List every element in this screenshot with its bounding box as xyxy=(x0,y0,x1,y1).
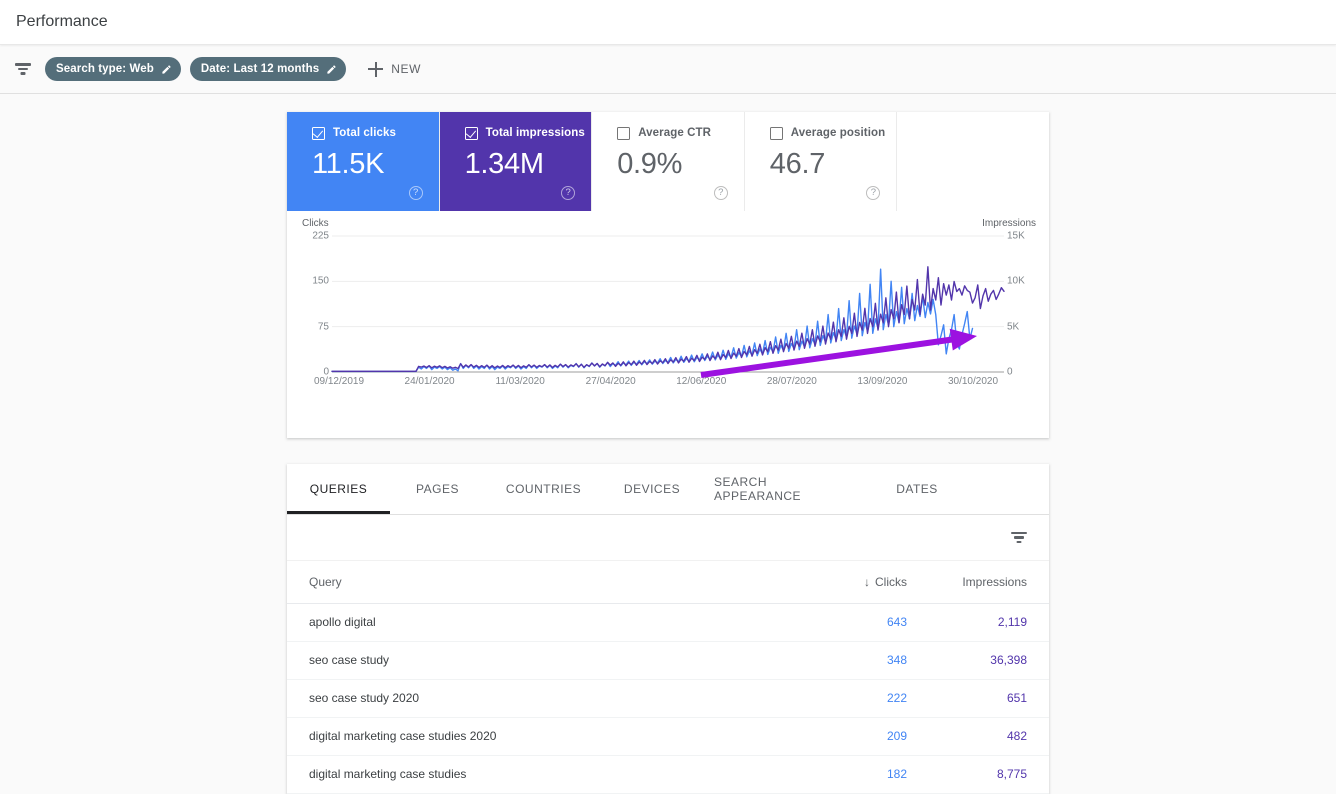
metric-card-empty-slot xyxy=(897,112,1049,211)
table-row[interactable]: seo case study 348 36,398 xyxy=(287,641,1049,680)
cell-impressions: 8,775 xyxy=(929,755,1049,794)
metric-card-average-ctr[interactable]: Average CTR 0.9% ? xyxy=(592,112,745,211)
dimension-table-card: QUERIES PAGES COUNTRIES DEVICES SEARCH APPEA… xyxy=(287,464,1049,794)
sort-descending-icon: ↓ xyxy=(864,574,870,589)
metric-label-total-impressions: Total impressions xyxy=(485,127,585,139)
tab-label: COUNTRIES xyxy=(505,482,582,496)
performance-line-chart[interactable]: Clicks Impressions 0 75 150 225 0 5K 10K 15K 0… xyxy=(287,211,1049,438)
metric-value-total-clicks: 11.5K xyxy=(312,148,385,180)
cell-impressions: 482 xyxy=(929,717,1049,756)
filter-chip-date-label: Date: Last 12 months xyxy=(200,63,320,75)
performance-chart-card: Total clicks 11.5K ? Total impressions 1… xyxy=(287,112,1049,438)
metric-checkbox-total-impressions[interactable] xyxy=(464,126,478,140)
tab-label: PAGES xyxy=(416,482,459,496)
pencil-icon[interactable] xyxy=(326,64,337,75)
tab-devices[interactable]: DEVICES xyxy=(602,464,702,514)
tab-label: DATES xyxy=(896,482,938,496)
tab-queries[interactable]: QUERIES xyxy=(287,464,390,514)
filter-bar: Search type: Web Date: Last 12 months NE… xyxy=(0,45,1336,94)
tab-label: QUERIES xyxy=(309,482,368,496)
column-header-query[interactable]: Query xyxy=(287,561,809,604)
metric-cards: Total clicks 11.5K ? Total impressions 1… xyxy=(287,112,1049,211)
cell-impressions: 651 xyxy=(929,679,1049,718)
tab-label: SEARCH APPEARANCE xyxy=(714,475,802,503)
tab-countries[interactable]: COUNTRIES xyxy=(485,464,602,514)
filter-chip-search-type-label: Search type: Web xyxy=(56,63,154,75)
queries-table: Query ↓ Clicks Impressions apollo digital… xyxy=(287,561,1049,794)
filter-chip-date[interactable]: Date: Last 12 months xyxy=(189,57,347,81)
pencil-icon[interactable] xyxy=(161,64,172,75)
table-header-row: Query ↓ Clicks Impressions xyxy=(287,561,1049,604)
table-filter-funnel-icon[interactable] xyxy=(1010,531,1028,545)
cell-clicks: 209 xyxy=(809,717,929,756)
filter-chip-search-type[interactable]: Search type: Web xyxy=(45,57,181,81)
plus-icon xyxy=(368,61,384,77)
metric-label-average-position: Average position xyxy=(790,127,886,139)
help-icon[interactable]: ? xyxy=(561,186,576,200)
tab-search-appearance[interactable]: SEARCH APPEARANCE xyxy=(702,464,868,514)
cell-clicks: 348 xyxy=(809,641,929,680)
app-header: Performance xyxy=(0,0,1336,45)
column-header-impressions[interactable]: Impressions xyxy=(929,561,1049,604)
tab-label: DEVICES xyxy=(623,482,681,496)
metric-value-average-ctr: 0.9% xyxy=(617,148,683,180)
help-icon[interactable]: ? xyxy=(866,186,881,200)
column-header-clicks-label: Clicks xyxy=(875,574,907,589)
metric-card-total-clicks[interactable]: Total clicks 11.5K ? xyxy=(287,112,440,211)
table-row[interactable]: digital marketing case studies 182 8,775 xyxy=(287,755,1049,794)
cell-impressions: 2,119 xyxy=(929,603,1049,642)
metric-label-average-ctr: Average CTR xyxy=(638,127,712,139)
tab-dates[interactable]: DATES xyxy=(868,464,966,514)
cell-query: seo case study xyxy=(287,641,809,680)
help-icon[interactable]: ? xyxy=(713,186,728,200)
main-content: Total clicks 11.5K ? Total impressions 1… xyxy=(0,94,1336,794)
table-row[interactable]: seo case study 2020 222 651 xyxy=(287,679,1049,718)
page-title: Performance xyxy=(16,13,108,30)
chart-plot-area xyxy=(331,235,1005,378)
metric-card-average-position[interactable]: Average position 46.7 ? xyxy=(745,112,898,211)
dimension-tabs: QUERIES PAGES COUNTRIES DEVICES SEARCH APPEA… xyxy=(287,464,1049,515)
cell-query: digital marketing case studies xyxy=(287,755,809,794)
add-new-filter-label: NEW xyxy=(391,62,421,76)
cell-clicks: 182 xyxy=(809,755,929,794)
cell-query: digital marketing case studies 2020 xyxy=(287,717,809,756)
table-row[interactable]: apollo digital 643 2,119 xyxy=(287,603,1049,642)
cell-impressions: 36,398 xyxy=(929,641,1049,680)
metric-checkbox-average-ctr[interactable] xyxy=(617,126,631,140)
cell-query: apollo digital xyxy=(287,603,809,642)
metric-value-average-position: 46.7 xyxy=(769,148,826,180)
cell-clicks: 222 xyxy=(809,679,929,718)
cell-query: seo case study 2020 xyxy=(287,679,809,718)
column-header-clicks[interactable]: ↓ Clicks xyxy=(809,561,929,604)
table-body: apollo digital 643 2,119 seo case study 348 3… xyxy=(287,603,1049,794)
help-icon[interactable]: ? xyxy=(408,186,423,200)
table-row[interactable]: digital marketing case studies 2020 209 48… xyxy=(287,717,1049,756)
metric-checkbox-average-position[interactable] xyxy=(769,126,783,140)
table-toolbar xyxy=(287,515,1049,561)
tab-pages[interactable]: PAGES xyxy=(390,464,485,514)
metric-value-total-impressions: 1.34M xyxy=(464,148,544,180)
cell-clicks: 643 xyxy=(809,603,929,642)
metric-checkbox-total-clicks[interactable] xyxy=(312,126,325,140)
filter-funnel-icon[interactable] xyxy=(14,62,32,76)
metric-label-total-clicks: Total clicks xyxy=(333,127,396,139)
add-new-filter-button[interactable]: NEW xyxy=(368,61,421,77)
metric-card-total-impressions[interactable]: Total impressions 1.34M ? xyxy=(439,112,593,211)
